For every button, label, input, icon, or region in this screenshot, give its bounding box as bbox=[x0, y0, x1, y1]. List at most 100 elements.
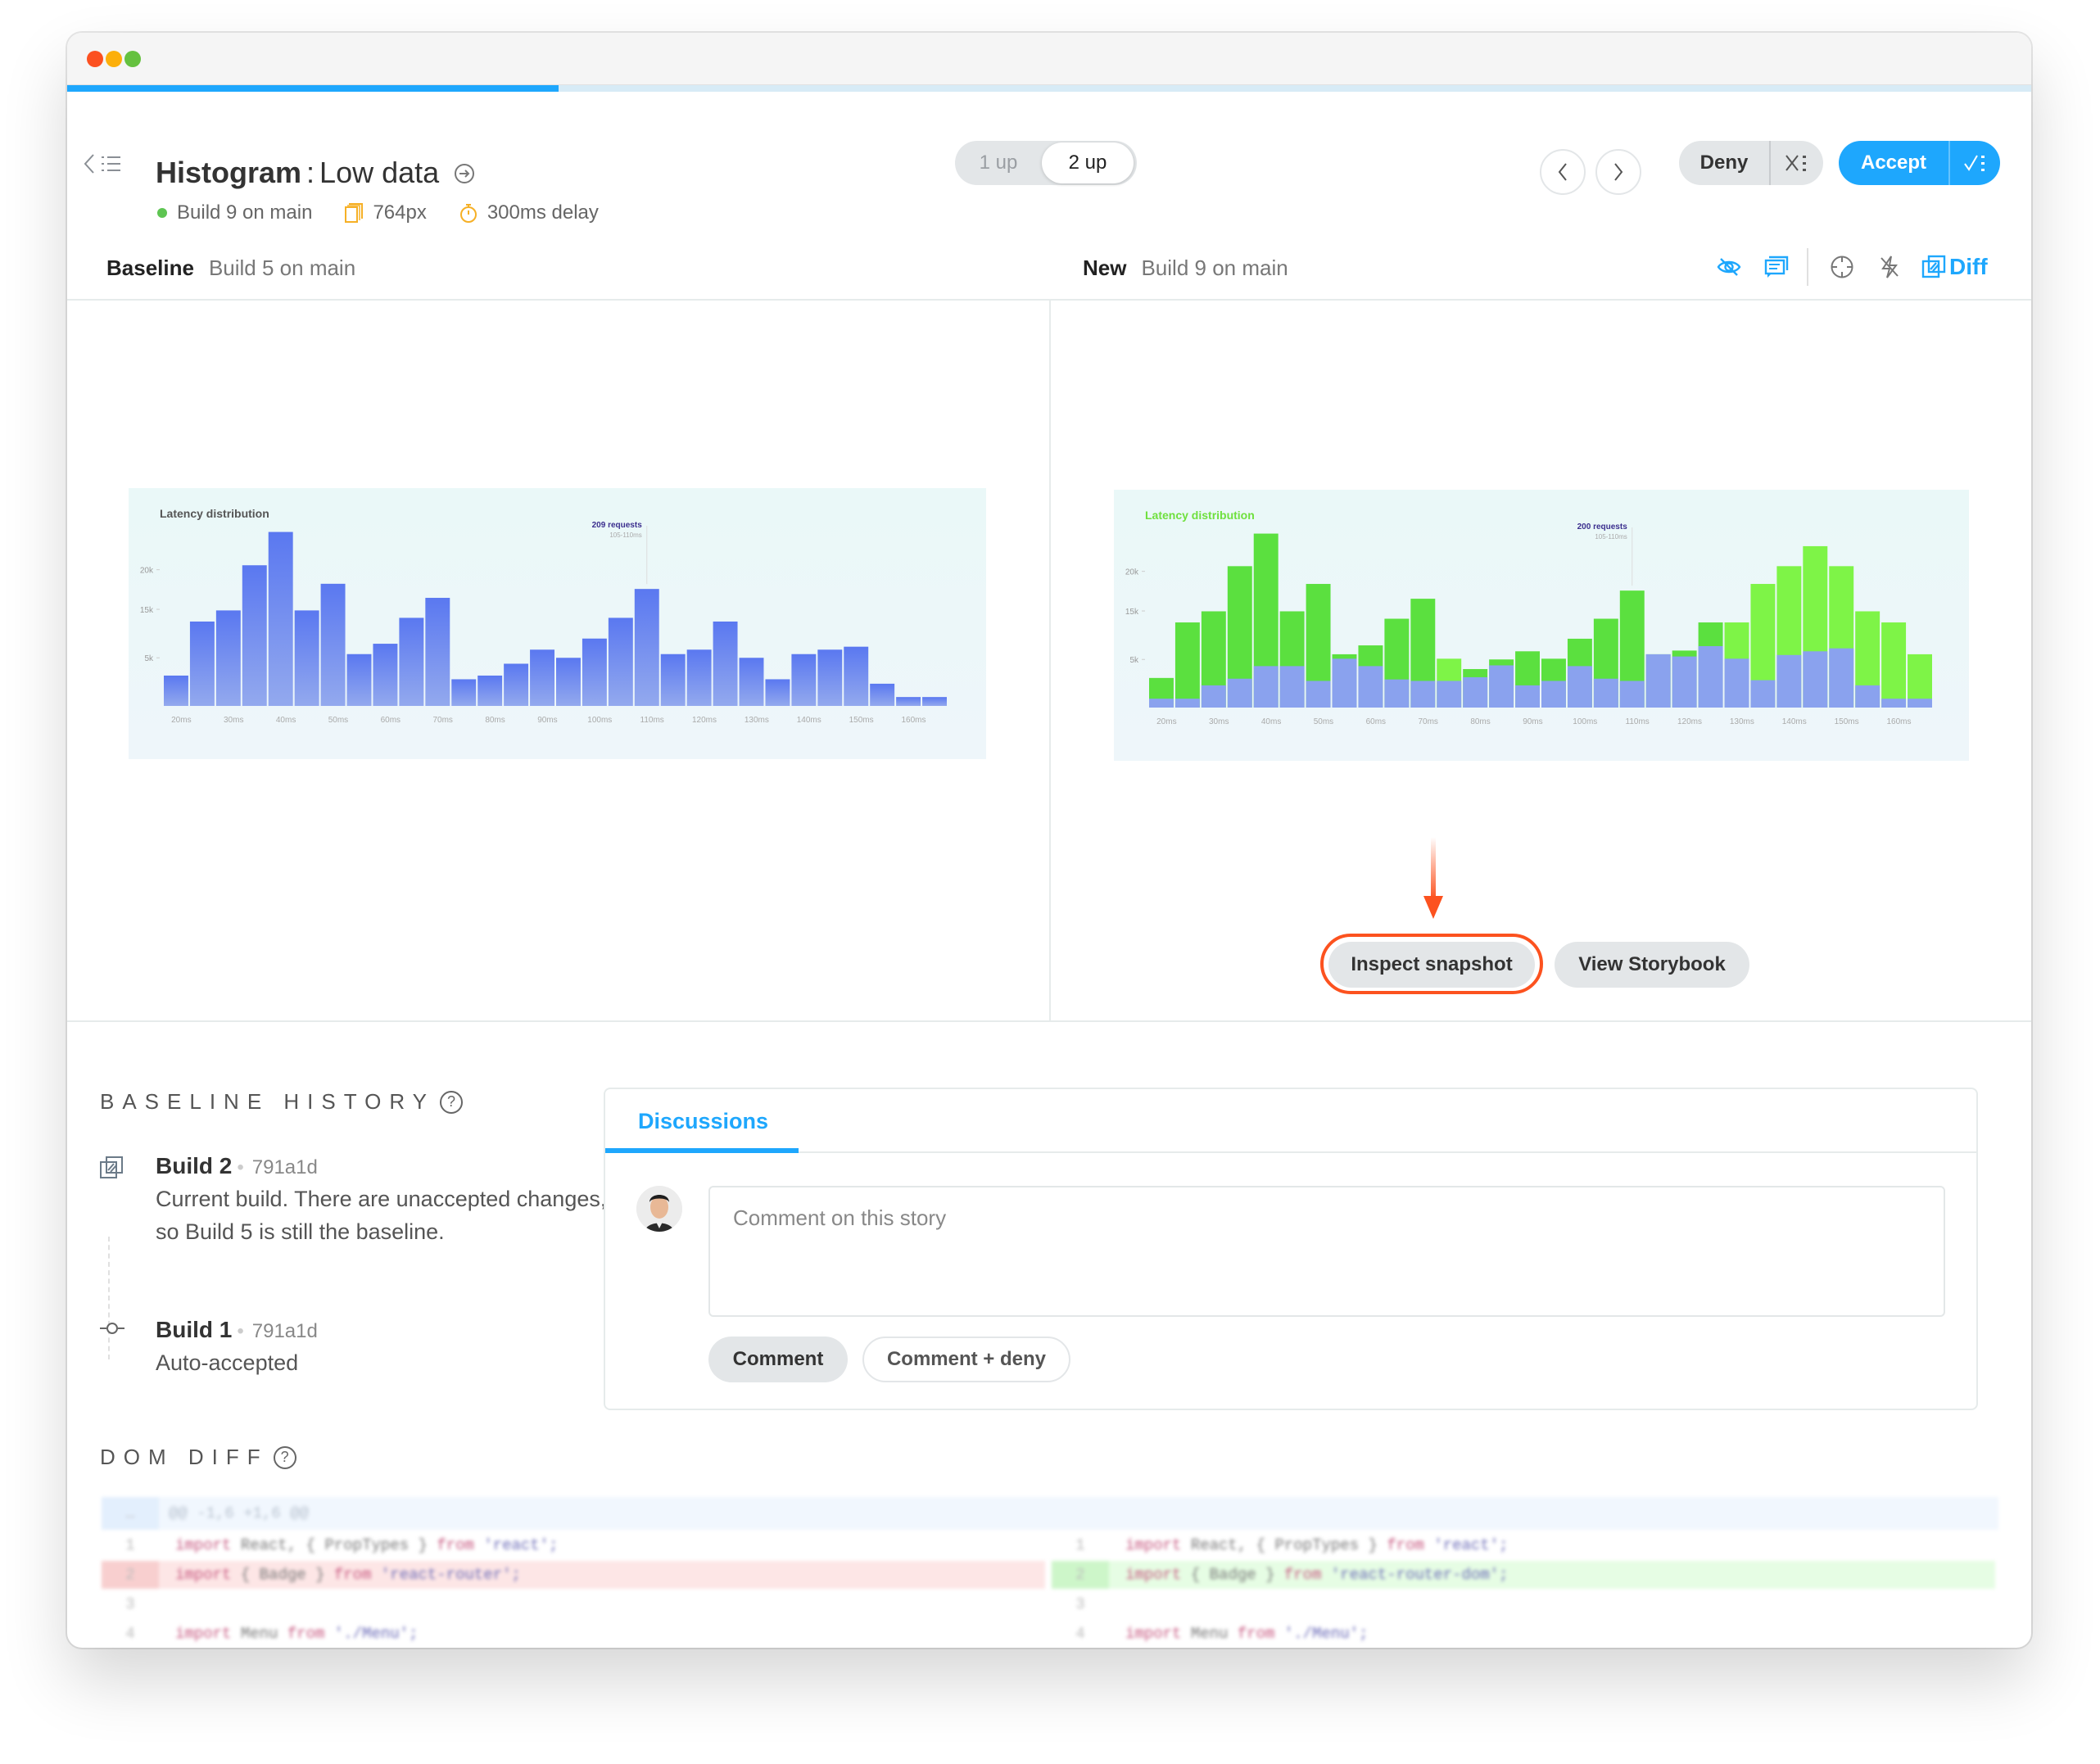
code-token: from bbox=[437, 1536, 474, 1554]
bar-unchanged bbox=[1881, 699, 1907, 708]
story-meta: Build 9 on main 764px 300ms delay bbox=[157, 201, 599, 224]
code-line: import { Badge } from 'react-router'; bbox=[175, 1566, 521, 1584]
code-token: Badge bbox=[259, 1566, 306, 1584]
new-build: Build 9 on main bbox=[1141, 256, 1288, 280]
expand-hunk-button[interactable]: … bbox=[102, 1497, 159, 1530]
user-avatar-icon bbox=[636, 1186, 682, 1232]
previous-story-button[interactable] bbox=[1540, 149, 1586, 195]
close-window-button[interactable] bbox=[87, 51, 103, 67]
inspect-snapshot-button[interactable]: Inspect snapshot bbox=[1328, 942, 1535, 988]
history-build-name[interactable]: Build 1 bbox=[156, 1317, 232, 1342]
line-number: 2 bbox=[1052, 1561, 1109, 1589]
code-token: './Menu'; bbox=[1283, 1625, 1369, 1643]
code-token: } bbox=[418, 1536, 428, 1554]
line-number: 4 bbox=[125, 1625, 135, 1643]
dom-diff-heading: DOM DIFF ? bbox=[100, 1445, 296, 1470]
x-tick-label: 20ms bbox=[171, 716, 191, 725]
new-label: New Build 9 on main bbox=[1083, 256, 1288, 281]
bar-unchanged bbox=[1410, 681, 1436, 708]
deny-button-group: Deny bbox=[1679, 141, 1823, 185]
go-to-story-icon[interactable] bbox=[454, 157, 475, 192]
focus-button[interactable] bbox=[1818, 251, 1866, 283]
bar bbox=[556, 658, 581, 706]
bar-unchanged bbox=[1279, 666, 1305, 708]
history-build-name[interactable]: Build 2 bbox=[156, 1153, 232, 1178]
bar bbox=[320, 583, 346, 706]
deny-batch-button[interactable] bbox=[1771, 154, 1823, 172]
bar bbox=[242, 565, 267, 706]
accept-button[interactable]: Accept bbox=[1839, 141, 1950, 185]
bar bbox=[373, 644, 398, 706]
context-line: 1 import React, { PropTypes } from 'react… bbox=[102, 1531, 1045, 1559]
deny-button[interactable]: Deny bbox=[1679, 141, 1771, 185]
bar-unchanged bbox=[1803, 651, 1828, 708]
baseline-label: Baseline Build 5 on main bbox=[106, 256, 355, 281]
bar bbox=[765, 679, 790, 706]
strobe-off-icon bbox=[1880, 256, 1899, 278]
code-token: import bbox=[1125, 1536, 1182, 1554]
zoom-window-button[interactable] bbox=[124, 51, 141, 67]
bar bbox=[399, 617, 424, 706]
accept-batch-icon bbox=[1963, 155, 1985, 171]
comment-icon bbox=[1764, 256, 1789, 278]
diff-toggle-button[interactable]: Diff bbox=[1913, 251, 1988, 283]
view-2-up-option[interactable]: 2 up bbox=[1042, 142, 1134, 183]
diff-label: Diff bbox=[1949, 254, 1988, 279]
bar bbox=[713, 621, 738, 706]
x-tick-label: 150ms bbox=[1835, 717, 1859, 726]
comments-button[interactable] bbox=[1753, 251, 1800, 283]
back-to-list-button[interactable] bbox=[84, 147, 133, 180]
bar-unchanged bbox=[1567, 666, 1592, 708]
next-story-button[interactable] bbox=[1595, 149, 1641, 195]
accept-batch-button[interactable] bbox=[1950, 154, 2000, 172]
annotation-subtitle: 105-110ms bbox=[1595, 533, 1627, 541]
bar-unchanged bbox=[1593, 678, 1618, 708]
hunk-header-text: @@ -1,6 +1,6 @@ bbox=[169, 1504, 310, 1522]
comment-deny-button[interactable]: Comment + deny bbox=[862, 1337, 1070, 1382]
crosshair-icon bbox=[1831, 256, 1853, 278]
toggle-visibility-button[interactable] bbox=[1705, 251, 1753, 283]
code-token: { bbox=[1190, 1566, 1201, 1584]
bar bbox=[215, 610, 241, 706]
code-token: 'react-router-dom'; bbox=[1330, 1566, 1509, 1584]
new-snapshot[interactable]: Latency distribution 20k 15k 5k 20ms 30ms 40ms… bbox=[1114, 490, 1969, 761]
story-name: Low data bbox=[319, 156, 440, 189]
history-item: Build 1791a1d Auto-accepted bbox=[156, 1317, 614, 1379]
strobe-button[interactable] bbox=[1866, 251, 1913, 283]
diff-hunk-header: … @@ -1,6 +1,6 @@ bbox=[102, 1497, 1998, 1530]
bar bbox=[164, 675, 188, 706]
build-status[interactable]: Build 9 on main bbox=[157, 201, 312, 224]
code-token: { bbox=[240, 1566, 251, 1584]
baseline-snapshot[interactable]: Latency distribution 20k 15k 5k 20ms 30ms 40ms… bbox=[129, 488, 986, 759]
view-storybook-button[interactable]: View Storybook bbox=[1555, 942, 1749, 988]
code-line: import { Badge } from 'react-router-dom'… bbox=[1125, 1566, 1509, 1584]
x-tick-label: 20ms bbox=[1156, 717, 1176, 726]
bar bbox=[634, 589, 659, 706]
bar-changed bbox=[1174, 622, 1200, 708]
x-tick-label: 50ms bbox=[328, 716, 348, 725]
x-tick-label: 40ms bbox=[276, 716, 296, 725]
new-chart: Latency distribution 20k 15k 5k 20ms 30ms 40ms… bbox=[1125, 509, 1932, 726]
comment-button[interactable]: Comment bbox=[708, 1337, 848, 1382]
x-tick-label: 90ms bbox=[537, 716, 557, 725]
minimize-window-button[interactable] bbox=[106, 51, 122, 67]
help-icon[interactable]: ? bbox=[273, 1445, 296, 1469]
bar-unchanged bbox=[1829, 648, 1854, 708]
code-token: PropTypes bbox=[1274, 1536, 1360, 1554]
history-description: Current build. There are unaccepted chan… bbox=[156, 1187, 607, 1244]
bar-unchanged bbox=[1515, 685, 1540, 708]
build-status-label: Build 9 on main bbox=[177, 201, 313, 224]
tab-discussions[interactable]: Discussions bbox=[605, 1089, 799, 1153]
help-icon[interactable]: ? bbox=[440, 1090, 464, 1114]
view-1-up-option[interactable]: 1 up bbox=[955, 142, 1042, 183]
comment-input[interactable] bbox=[708, 1186, 1945, 1317]
bar bbox=[268, 531, 293, 706]
dom-diff-viewer: … @@ -1,6 +1,6 @@ 1 import React, { PropT… bbox=[102, 1497, 1998, 1648]
baseline-heading: Baseline bbox=[106, 256, 194, 280]
